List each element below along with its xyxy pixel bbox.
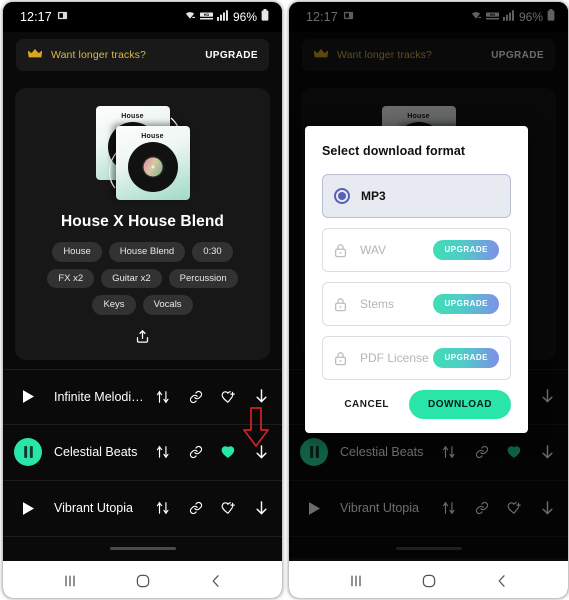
format-option-wav[interactable]: WAV UPGRADE xyxy=(322,228,511,272)
album-artwork: House House xyxy=(89,104,197,204)
upgrade-pill-wav[interactable]: UPGRADE xyxy=(433,240,499,260)
recents-icon[interactable] xyxy=(57,568,83,594)
link-icon[interactable] xyxy=(188,389,203,404)
home-icon[interactable] xyxy=(416,568,442,594)
format-label: WAV xyxy=(360,243,386,257)
share-icon[interactable] xyxy=(131,327,155,347)
album-sleeve-front: House xyxy=(115,126,190,200)
sleeve-label-back: House xyxy=(121,113,144,120)
track-actions xyxy=(155,444,269,460)
table-row[interactable]: Infinite Melodi… xyxy=(3,368,282,425)
dialog-actions: CANCEL DOWNLOAD xyxy=(322,390,511,419)
status-bar-left: 12:17 xyxy=(20,8,68,26)
play-icon[interactable] xyxy=(14,383,42,411)
battery-percent: 96% xyxy=(232,10,257,24)
track-list: Infinite Melodi… xyxy=(3,368,282,537)
upgrade-pill-pdf[interactable]: UPGRADE xyxy=(433,348,499,368)
track-actions xyxy=(155,500,269,516)
app-screen-left: 12:17 HD 96% Want longer tracks? UPGRADE… xyxy=(3,2,282,598)
tag-chip: Guitar x2 xyxy=(101,268,162,288)
tag-chip: House xyxy=(52,242,102,262)
android-nav-bar xyxy=(3,560,282,598)
screenshot-icon xyxy=(57,8,68,26)
sleeve-label-front: House xyxy=(141,133,164,140)
battery-icon xyxy=(261,8,269,26)
crown-icon xyxy=(27,46,43,64)
upgrade-banner-wrap: Want longer tracks? UPGRADE xyxy=(3,32,282,71)
recents-icon[interactable] xyxy=(343,568,369,594)
status-time: 12:17 xyxy=(20,10,52,24)
heart-plus-icon[interactable] xyxy=(221,389,236,404)
upgrade-pill-stems[interactable]: UPGRADE xyxy=(433,294,499,314)
tag-chip: FX x2 xyxy=(47,268,95,288)
back-icon[interactable] xyxy=(489,568,515,594)
dialog-title: Select download format xyxy=(322,144,466,158)
page-title: House X House Blend xyxy=(61,213,224,230)
track-card: House House House X House Blend House Ho… xyxy=(15,88,270,360)
download-format-dialog: Select download format MP3 WAV UPGRADE S… xyxy=(305,126,528,433)
signal-icon xyxy=(216,8,229,26)
status-bar-right: HD 96% xyxy=(184,8,269,26)
download-icon[interactable] xyxy=(254,500,269,516)
heart-plus-icon[interactable] xyxy=(221,445,236,460)
cancel-button[interactable]: CANCEL xyxy=(340,393,393,416)
tag-chip: Keys xyxy=(92,295,136,315)
tag-chip-list: House House Blend 0:30 FX x2 Guitar x2 P… xyxy=(25,242,260,315)
svg-text:HD: HD xyxy=(204,13,210,17)
phone-right: 12:17 HD 96% xyxy=(289,2,568,598)
link-icon[interactable] xyxy=(188,445,203,460)
radio-button-mp3[interactable] xyxy=(334,188,350,204)
format-label: Stems xyxy=(360,297,395,311)
mixer-icon[interactable] xyxy=(155,501,170,516)
mixer-icon[interactable] xyxy=(155,389,170,404)
banner-text: Want longer tracks? xyxy=(51,49,146,61)
track-card-wrap: House House House X House Blend House Ho… xyxy=(3,71,282,360)
lock-icon xyxy=(334,350,349,366)
format-option-stems[interactable]: Stems UPGRADE xyxy=(322,282,511,326)
status-bar: 12:17 HD 96% xyxy=(3,2,282,32)
track-actions xyxy=(155,389,269,404)
upgrade-banner[interactable]: Want longer tracks? UPGRADE xyxy=(16,39,269,71)
android-nav-bar xyxy=(289,560,568,598)
hd-icon: HD xyxy=(199,8,213,26)
lock-icon xyxy=(334,296,349,312)
format-label: PDF License xyxy=(360,351,429,365)
mixer-icon[interactable] xyxy=(155,445,170,460)
table-row[interactable]: Vibrant Utopia xyxy=(3,481,282,537)
download-icon[interactable] xyxy=(254,444,269,460)
tag-chip: House Blend xyxy=(108,242,186,262)
tag-chip: Percussion xyxy=(168,268,238,288)
wifi-icon xyxy=(184,8,196,26)
link-icon[interactable] xyxy=(188,501,203,516)
play-icon[interactable] xyxy=(14,494,42,522)
format-label: MP3 xyxy=(361,189,386,203)
phone-left: 12:17 HD 96% Want longer tracks? UPGRADE… xyxy=(3,2,282,598)
screenshot-stage: 12:17 HD 96% Want longer tracks? UPGRADE… xyxy=(0,0,569,600)
download-icon[interactable] xyxy=(254,389,269,404)
heart-plus-icon[interactable] xyxy=(221,501,236,516)
download-button[interactable]: DOWNLOAD xyxy=(409,390,511,419)
track-title: Celestial Beats xyxy=(54,445,138,459)
tag-chip: Vocals xyxy=(142,295,193,315)
gesture-area xyxy=(3,536,282,561)
lock-icon xyxy=(334,242,349,258)
track-title: Infinite Melodi… xyxy=(54,389,144,404)
home-icon[interactable] xyxy=(130,568,156,594)
tag-chip: 0:30 xyxy=(192,242,233,262)
vinyl-disc-front xyxy=(127,142,178,192)
format-option-mp3[interactable]: MP3 xyxy=(322,174,511,218)
format-option-pdf-license[interactable]: PDF License UPGRADE xyxy=(322,336,511,380)
track-title: Vibrant Utopia xyxy=(54,501,133,515)
gesture-bar[interactable] xyxy=(109,546,176,551)
banner-upgrade-button[interactable]: UPGRADE xyxy=(205,50,258,61)
back-icon[interactable] xyxy=(203,568,229,594)
pause-icon[interactable] xyxy=(14,438,42,466)
table-row[interactable]: Celestial Beats xyxy=(3,425,282,481)
